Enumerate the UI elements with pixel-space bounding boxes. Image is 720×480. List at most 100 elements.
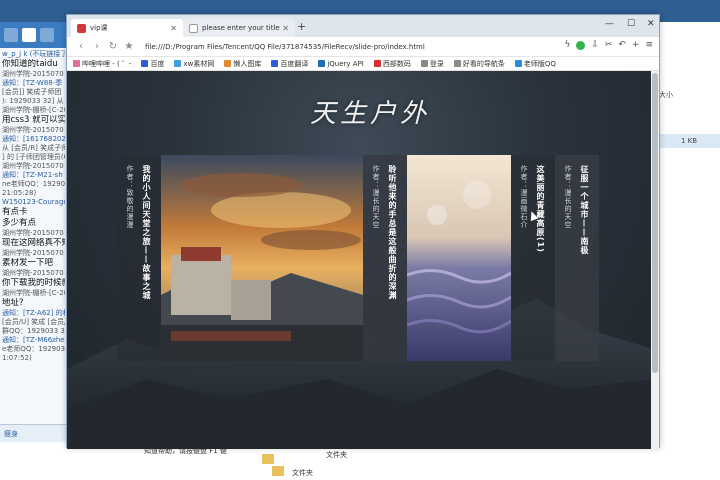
bookmark-star-icon[interactable]: ★ [121, 41, 137, 52]
back-icon[interactable]: ‹ [73, 41, 89, 52]
bookmark-label: xw素材网 [183, 59, 215, 68]
bookmark-item[interactable]: 登录 [420, 59, 444, 69]
chat-message: 湖州学院-棚桥-[C-2014 [2, 106, 65, 114]
chat-message: e老师QQ：1929033 32] [2, 345, 65, 353]
slide-3-caption[interactable]: 这美丽的青藏高原(1) 作者：漫画微石介 [511, 155, 555, 361]
bookmark-item[interactable]: jQuery API [318, 60, 364, 68]
bookmark-item[interactable]: 西部数码 [373, 59, 411, 69]
chat-message: 湖州学院-2015070 76- [2, 249, 65, 257]
chat-message: 通知：[1617682029yy] [2, 135, 65, 143]
bookmark-favicon-icon [141, 60, 149, 67]
slide-title: 征服一个城市——南极 [580, 165, 589, 255]
chat-message: 素材发一下吧 [2, 258, 54, 268]
slide-title: 聆听他来的手总是这般曲折的深渊 [388, 165, 397, 300]
chat-message: 通知：[TZ-M66zhengiac [2, 336, 65, 344]
slide-author: 作者：漫画微石介 [520, 165, 528, 229]
chat-message: 你知道的taidu [2, 59, 58, 69]
bookmark-favicon-icon [73, 60, 80, 67]
slide-author: 作者：致敬的漫漫 [126, 165, 134, 229]
qq-bottom-bar[interactable]: 瘦身 [0, 424, 67, 442]
url-field[interactable]: file:///D:/Program Files/Tencent/QQ File… [145, 43, 425, 51]
maximize-icon[interactable]: ☐ [627, 19, 635, 29]
size-column-header[interactable]: 大小 [659, 90, 673, 100]
home-icon[interactable] [22, 28, 36, 42]
new-tab-icon[interactable]: + [297, 20, 306, 33]
chat-message: 通知：[TZ-W88-季 [2, 79, 63, 87]
bookmark-favicon-icon [224, 60, 232, 67]
slide-2-image[interactable] [407, 155, 511, 361]
page-favicon-icon [189, 23, 198, 33]
qq-tab-icon[interactable] [4, 28, 18, 42]
qq-tab-icon[interactable] [40, 28, 54, 42]
chat-message: 现在这网络真不知 [2, 238, 65, 248]
site-favicon-icon [77, 23, 86, 33]
chat-message: 群QQ：1929033 32] 从 [2, 327, 65, 335]
bookmark-item[interactable]: 老师版QQ [514, 59, 556, 69]
qq-tabbar [0, 22, 67, 48]
bookmark-favicon-icon [373, 60, 381, 67]
chat-message: 多少有点 [2, 218, 37, 228]
bookmark-item[interactable]: 百度 [141, 59, 164, 69]
add-icon[interactable]: + [632, 40, 640, 50]
chat-message: ] 的 [子师团管理员(CA1) [2, 153, 65, 161]
chat-message: [会员/U] 笑成 [会员/R] [2, 318, 65, 326]
chat-message: ne老师QQ：1929033 32] [2, 180, 65, 188]
close-tab-icon[interactable]: ✕ [282, 24, 289, 33]
cut-icon[interactable]: ✂ [605, 40, 613, 50]
download-icon[interactable]: ⇩ [591, 40, 599, 50]
scrollbar-thumb[interactable] [652, 73, 658, 373]
bookmark-label: 哔哩哔哩 - ( ゜- [82, 59, 132, 68]
slide-2-caption[interactable]: 聆听他来的手总是这般曲折的深渊 作者：漫长的天空 [363, 155, 407, 361]
slide-gallery: 我的小人间天堂之旅——故事之城 作者：致敬的漫漫 聆听他来的手总是这般曲折的深渊… [117, 155, 601, 361]
undo-icon[interactable]: ↶ [618, 40, 626, 50]
slide-author: 作者：漫长的天空 [372, 165, 380, 229]
bookmark-favicon-icon [318, 60, 326, 67]
bookmark-label: 登录 [429, 59, 444, 68]
slide-1-caption[interactable]: 我的小人间天堂之旅——故事之城 作者：致敬的漫漫 [117, 155, 161, 361]
slide-title: 我的小人间天堂之旅——故事之城 [142, 165, 151, 300]
tab-slide-pro[interactable]: please enter your title ✕ [183, 19, 295, 37]
minimize-icon[interactable]: — [605, 19, 614, 29]
close-window-icon[interactable]: ✕ [647, 19, 655, 29]
chat-message: 用css3 就可以实 [2, 115, 65, 125]
bookmark-favicon-icon [420, 60, 428, 67]
address-bar: ‹ › ↻ ★ file:///D:/Program Files/Tencent… [67, 37, 659, 57]
folder-label[interactable]: 文件夹 [292, 468, 313, 478]
chat-message: 通知：[TZ-M21-sh [2, 171, 63, 179]
slide-4-caption[interactable]: 征服一个城市——南极 作者：漫长的天空 [555, 155, 599, 361]
chat-message: 湖州学院-2015070 76- [2, 162, 65, 170]
refresh-icon[interactable]: ↻ [105, 41, 121, 52]
tab-vip[interactable]: vip课 ✕ [71, 19, 183, 37]
bookmark-item[interactable]: 百度翻译 [271, 59, 308, 69]
bookmark-item[interactable]: 哔哩哔哩 - ( ゜- [73, 59, 131, 69]
browser-titlebar: vip课 ✕ please enter your title ✕ + — ☐ ✕ [67, 15, 659, 37]
file-explorer-panel: 大小 1 KB [650, 22, 720, 442]
chat-message: 湖州学院-2015070 76- [2, 126, 65, 134]
slide-1-image[interactable] [161, 155, 363, 361]
lightning-icon[interactable]: ϟ [564, 40, 570, 50]
bookmark-favicon-icon [514, 60, 522, 67]
qq-chat-window: w_p_j k (不玩链接了)你知道的taidu 湖州学院-2015070 76-… [0, 22, 68, 442]
file-size-value: 1 KB [681, 137, 698, 145]
chat-message: W150123-Courage-Gr [2, 198, 65, 206]
bookmark-label: 好看的导航条 [462, 59, 505, 68]
bookmark-item[interactable]: 懒人图库 [224, 59, 261, 69]
chat-message: 湖州学院-棚桥-[C-2014 [2, 289, 65, 297]
forward-icon[interactable]: › [89, 41, 105, 52]
bookmark-label: jQuery API [327, 59, 364, 68]
chat-message: 21:05:28) [2, 189, 37, 197]
close-tab-icon[interactable]: ✕ [170, 24, 177, 33]
extension-status-icon[interactable] [576, 41, 586, 50]
bookmarks-bar: 哔哩哔哩 - ( ゜- 百度 xw素材网 懒人图库 百度翻译 jQuery API 西部数码… [67, 57, 659, 71]
folder-label[interactable]: 文件夹 [326, 450, 347, 460]
menu-icon[interactable]: ≡ [645, 40, 653, 50]
bookmark-label: 百度翻译 [280, 59, 309, 68]
page-viewport: 天生户外 我的小人间天堂之旅——故事之城 作者：致敬的漫漫 聆听他来的手总是这般… [67, 71, 653, 449]
chat-message: ): 1929033 32] 从 [2, 97, 64, 105]
bookmark-item[interactable]: 好看的导航条 [453, 59, 505, 69]
chat-message: 湖州学院-2015070 76- [2, 269, 65, 277]
bookmark-item[interactable]: xw素材网 [174, 59, 214, 69]
chat-message: w_p_j k (不玩链接了) [2, 50, 65, 58]
chat-message: 你下载我的时候就 [2, 278, 65, 288]
slide-title: 这美丽的青藏高原(1) [536, 165, 545, 253]
